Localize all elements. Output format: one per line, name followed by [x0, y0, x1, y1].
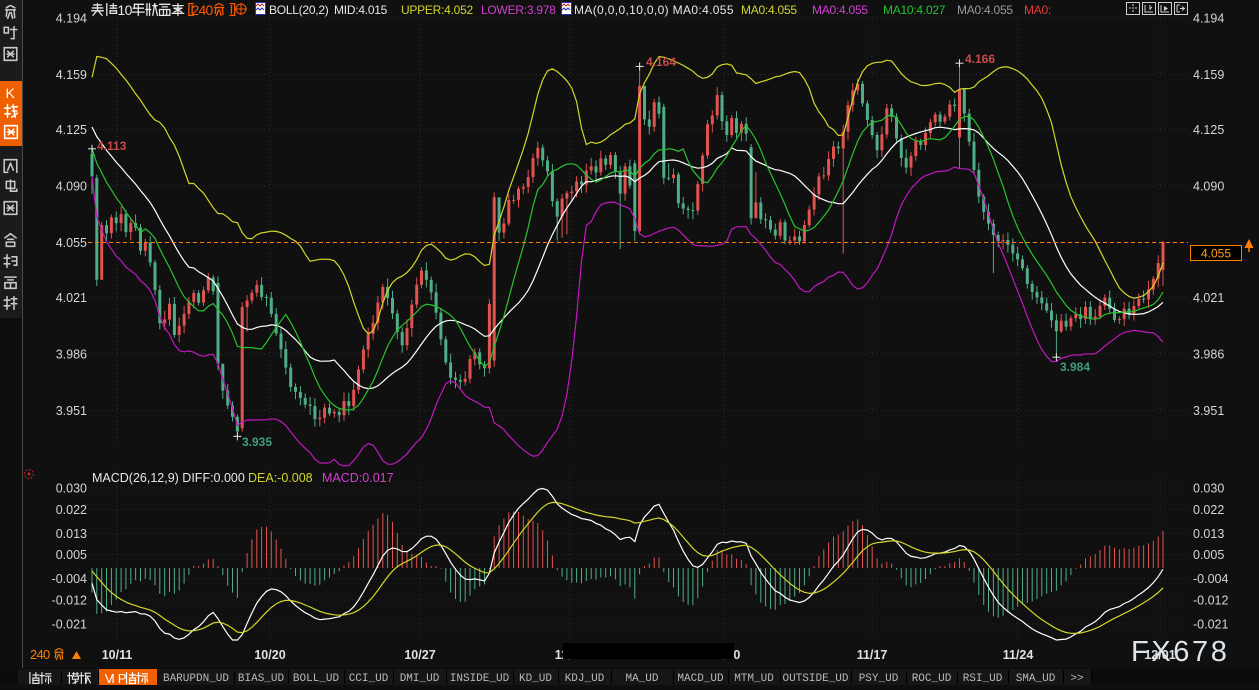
svg-text:FX678: FX678: [1131, 636, 1229, 668]
svg-text:MA10:4.027: MA10:4.027: [883, 3, 946, 17]
svg-text:K: K: [6, 85, 16, 101]
svg-text:10/11: 10/11: [102, 648, 133, 662]
svg-text:BOLL_UD: BOLL_UD: [293, 673, 340, 685]
svg-text:I: I: [111, 671, 115, 685]
svg-text:3.984: 3.984: [1060, 360, 1090, 374]
svg-text:0.030: 0.030: [56, 482, 87, 496]
svg-text:DEA:-0.008: DEA:-0.008: [248, 471, 313, 485]
svg-text:KD_UD: KD_UD: [519, 673, 552, 685]
svg-text:OUTSIDE_UD: OUTSIDE_UD: [782, 673, 848, 685]
svg-text:CCI_UD: CCI_UD: [349, 673, 389, 685]
svg-text:MACD:0.017: MACD:0.017: [322, 471, 394, 485]
svg-text:4.055: 4.055: [1201, 247, 1231, 261]
svg-text:4.159: 4.159: [1193, 68, 1224, 82]
svg-text:PSY_UD: PSY_UD: [859, 673, 899, 685]
svg-text:4.194: 4.194: [1193, 12, 1224, 26]
svg-text:3.986: 3.986: [56, 348, 87, 362]
svg-text:UPPER:4.052: UPPER:4.052: [401, 3, 474, 17]
svg-text:RSI_UD: RSI_UD: [963, 673, 1003, 685]
svg-text:0.005: 0.005: [56, 548, 87, 562]
svg-text:INSIDE_UD: INSIDE_UD: [450, 673, 510, 685]
svg-text:4.166: 4.166: [965, 52, 995, 66]
svg-text:ROC_UD: ROC_UD: [912, 673, 952, 685]
svg-text:-0.004: -0.004: [52, 572, 87, 586]
svg-text:3.951: 3.951: [56, 404, 87, 418]
svg-text:0.013: 0.013: [1193, 527, 1224, 541]
svg-text:-0.021: -0.021: [52, 618, 87, 632]
svg-text:MA0:: MA0:: [1024, 3, 1051, 17]
svg-text:3.951: 3.951: [1193, 404, 1224, 418]
svg-text:4.090: 4.090: [1193, 180, 1224, 194]
svg-text:4.125: 4.125: [56, 123, 87, 137]
svg-text:4.021: 4.021: [56, 291, 87, 305]
svg-text:4.159: 4.159: [56, 68, 87, 82]
svg-text:0: 0: [206, 2, 214, 18]
svg-text:-0.004: -0.004: [1193, 572, 1228, 586]
svg-text:0: 0: [125, 2, 133, 18]
svg-text:11/17: 11/17: [857, 648, 888, 662]
svg-text:SMA_UD: SMA_UD: [1016, 673, 1056, 685]
svg-text:0.013: 0.013: [56, 527, 87, 541]
svg-text:11/24: 11/24: [1003, 648, 1034, 662]
svg-text:4.125: 4.125: [1193, 123, 1224, 137]
svg-text:BARUPDN_UD: BARUPDN_UD: [163, 673, 229, 685]
svg-text:0: 0: [43, 647, 50, 662]
svg-text:MACD(26,12,9) DIFF:0.000: MACD(26,12,9) DIFF:0.000: [92, 471, 245, 485]
svg-text:>>: >>: [1070, 673, 1083, 685]
svg-text:MA(0,0,0,10,0,0) MA0:4.055: MA(0,0,0,10,0,0) MA0:4.055: [574, 3, 734, 17]
svg-text:0.005: 0.005: [1193, 548, 1224, 562]
svg-text:MA0:4.055: MA0:4.055: [741, 3, 797, 17]
svg-text:10/27: 10/27: [404, 648, 435, 662]
svg-text:-0.012: -0.012: [52, 594, 87, 608]
svg-text:0.022: 0.022: [56, 503, 87, 517]
svg-text:-0.012: -0.012: [1193, 594, 1228, 608]
svg-text:MA0:4.055: MA0:4.055: [957, 3, 1013, 17]
svg-text:3.986: 3.986: [1193, 348, 1224, 362]
svg-text:0.022: 0.022: [1193, 503, 1224, 517]
svg-text:10/20: 10/20: [254, 648, 285, 662]
svg-text:MTM_UD: MTM_UD: [734, 673, 774, 685]
svg-text:LOWER:3.978: LOWER:3.978: [481, 3, 556, 17]
svg-text:KDJ_UD: KDJ_UD: [565, 673, 605, 685]
svg-text:4.090: 4.090: [56, 180, 87, 194]
svg-text:4.194: 4.194: [56, 12, 87, 26]
svg-text:MID:4.015: MID:4.015: [334, 3, 388, 17]
svg-text:BOLL(20,2): BOLL(20,2): [269, 3, 329, 17]
svg-text:BIAS_UD: BIAS_UD: [238, 673, 285, 685]
svg-text:4.055: 4.055: [56, 236, 87, 250]
svg-text:P: P: [118, 671, 127, 685]
svg-text:DMI_UD: DMI_UD: [400, 673, 440, 685]
svg-text:4.113: 4.113: [97, 139, 127, 153]
svg-text:MA_UD: MA_UD: [625, 673, 658, 685]
svg-text:-0.021: -0.021: [1193, 618, 1228, 632]
svg-text:4.021: 4.021: [1193, 291, 1224, 305]
svg-text:3.935: 3.935: [242, 435, 272, 449]
svg-text:MACD_UD: MACD_UD: [677, 673, 724, 685]
svg-text:0.030: 0.030: [1193, 482, 1224, 496]
svg-text:MA0:4.055: MA0:4.055: [812, 3, 868, 17]
svg-text:4.164: 4.164: [646, 55, 676, 69]
